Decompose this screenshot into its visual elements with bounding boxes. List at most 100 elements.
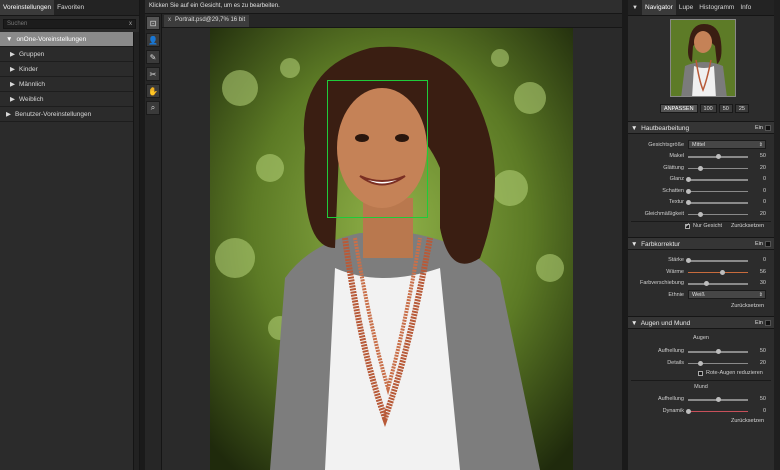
eyes-enable-checkbox[interactable] — [765, 320, 771, 326]
preset-row[interactable]: ▶ Männlich — [0, 77, 133, 92]
slider-knob[interactable] — [698, 165, 703, 171]
slider-track[interactable] — [688, 360, 748, 366]
tab-presets[interactable]: Voreinstellungen — [0, 0, 55, 15]
slider-value: 0 — [762, 199, 766, 205]
skin-section-header[interactable]: ▼ Hautbearbeitung Ein — [628, 121, 774, 134]
portrait-icon[interactable]: 👤 — [146, 33, 160, 47]
skin-reset-button[interactable]: Zurücksetzen — [731, 223, 764, 229]
presets-scrollbar[interactable] — [133, 32, 139, 470]
only-face-checkbox[interactable] — [685, 222, 690, 229]
only-face-label: Nur Gesicht — [693, 223, 723, 229]
expanded-triangle-icon[interactable]: ▼ — [6, 36, 12, 43]
skin-enable-checkbox[interactable] — [765, 125, 771, 131]
preset-row[interactable]: ▶ Weiblich — [0, 92, 133, 107]
face-detection-box[interactable] — [327, 80, 428, 218]
chevron-updown-icon: ⇕ — [758, 292, 763, 298]
slider-label: Stärke — [668, 257, 684, 263]
preset-row[interactable]: ▶ Gruppen — [0, 47, 133, 62]
preset-row-label: Benutzer-Voreinstellungen — [15, 111, 92, 118]
collapsed-triangle-icon[interactable]: ▶ — [6, 111, 11, 118]
slider-knob[interactable] — [686, 258, 691, 263]
close-icon[interactable]: x — [168, 17, 171, 23]
zoom-buttons: ANPASSEN 100 50 25 — [660, 104, 749, 113]
slider-label: Wärme — [666, 268, 684, 275]
slider-track[interactable] — [688, 211, 748, 217]
collapsed-triangle-icon[interactable]: ▶ — [10, 66, 15, 73]
slider-knob[interactable] — [686, 200, 691, 205]
face-size-dropdown[interactable]: Mittel ⇕ — [688, 140, 766, 149]
eyes-on-label: Ein — [755, 320, 763, 326]
face-size-value: Mittel — [692, 142, 706, 148]
slider-track[interactable] — [686, 177, 748, 182]
slider-knob[interactable] — [716, 397, 721, 402]
collapsed-triangle-icon[interactable]: ▶ — [10, 81, 15, 88]
right-scrollbar[interactable] — [774, 0, 780, 470]
zoom-button-fit[interactable]: ANPASSEN — [660, 104, 698, 113]
color-section-title: ▼ Farbkorrektur — [631, 241, 680, 248]
slider-value: 0 — [762, 407, 766, 414]
color-reset-button[interactable]: Zurücksetzen — [731, 303, 764, 309]
zoom-button-25[interactable]: 25 — [734, 104, 749, 113]
navigator-thumbnail[interactable] — [670, 19, 736, 97]
document-tab[interactable]: x Portrait.psd@29,7% 16 bit — [164, 15, 250, 27]
collapse-triangle-icon[interactable]: ▼ — [631, 125, 637, 132]
slider-track[interactable] — [686, 258, 748, 263]
zoom-button-50[interactable]: 50 — [718, 104, 733, 113]
preset-row[interactable]: ▶ Kinder — [0, 62, 133, 77]
brush-icon[interactable]: ✂ — [146, 67, 160, 81]
presets-panel: Voreinstellungen Favoriten Suchen x ▼ onO… — [0, 0, 140, 470]
slider-track[interactable] — [686, 200, 748, 205]
tab-navigator[interactable]: Navigator — [642, 0, 676, 15]
color-enable-checkbox[interactable] — [765, 241, 771, 247]
slider-track[interactable] — [688, 397, 748, 402]
slider-track[interactable] — [686, 188, 748, 194]
preset-row[interactable]: ▶ Benutzer-Voreinstellungen — [0, 107, 139, 122]
slider-knob[interactable] — [704, 281, 709, 286]
color-section-header[interactable]: ▼ Farbkorrektur Ein — [628, 237, 774, 250]
tab-histogram[interactable]: Histogramm — [696, 0, 737, 15]
collapse-triangle-icon[interactable]: ▼ — [631, 241, 637, 248]
slider-value: 50 — [759, 396, 766, 402]
eyes-title-text: Augen und Mund — [640, 320, 691, 327]
hand-icon[interactable]: ✋ — [146, 84, 160, 98]
slider-knob[interactable] — [716, 349, 721, 354]
eyes-section-header[interactable]: ▼ Augen und Mund Ein — [628, 316, 774, 329]
slider-knob[interactable] — [698, 360, 703, 366]
tab-loupe[interactable]: Lupe — [676, 0, 696, 15]
slider-knob[interactable] — [716, 154, 721, 159]
collapsed-triangle-icon[interactable]: ▶ — [10, 96, 15, 103]
ethnicity-dropdown[interactable]: Weiß ⇕ — [688, 290, 766, 299]
slider-label: Aufhellung — [658, 348, 684, 354]
slider-track[interactable] — [688, 349, 748, 354]
slider-knob[interactable] — [698, 211, 703, 217]
slider-track[interactable] — [688, 165, 748, 171]
slider-knob[interactable] — [686, 188, 691, 194]
search-input[interactable]: Suchen x — [3, 19, 136, 29]
red-eye-checkbox[interactable] — [698, 371, 703, 376]
collapse-triangle-icon[interactable]: ▼ — [628, 5, 642, 11]
slider-value: 0 — [762, 257, 766, 263]
slider-track[interactable] — [688, 269, 748, 275]
eraser-icon[interactable]: ✎ — [146, 50, 160, 64]
slider-track[interactable] — [688, 281, 748, 286]
tab-info[interactable]: Info — [737, 0, 754, 15]
adjustments-panel: ▼ Navigator Lupe Histogramm Info ANPASSE… — [628, 0, 774, 470]
tab-favorites[interactable]: Favoriten — [54, 0, 87, 15]
preset-row[interactable]: ▼ onOne-Voreinstellungen — [0, 32, 133, 47]
eyes-section-title: ▼ Augen und Mund — [631, 320, 690, 327]
presets-tabs: Voreinstellungen Favoriten — [0, 0, 139, 16]
face-select-icon[interactable]: ⊡ — [146, 16, 160, 30]
collapse-triangle-icon[interactable]: ▼ — [631, 320, 637, 327]
slider-knob[interactable] — [686, 177, 691, 182]
collapsed-triangle-icon[interactable]: ▶ — [10, 51, 15, 58]
clear-search-icon[interactable]: x — [129, 21, 132, 27]
chevron-updown-icon: ⇕ — [758, 142, 763, 148]
zoom-icon[interactable]: ⌕ — [146, 101, 160, 115]
slider-track[interactable] — [686, 408, 748, 414]
slider-knob[interactable] — [719, 269, 725, 275]
zoom-button-100[interactable]: 100 — [699, 104, 717, 113]
slider-track[interactable] — [688, 154, 748, 159]
slider-value: 50 — [759, 348, 766, 354]
slider-knob[interactable] — [686, 408, 691, 414]
eyes-reset-button[interactable]: Zurücksetzen — [731, 418, 764, 424]
